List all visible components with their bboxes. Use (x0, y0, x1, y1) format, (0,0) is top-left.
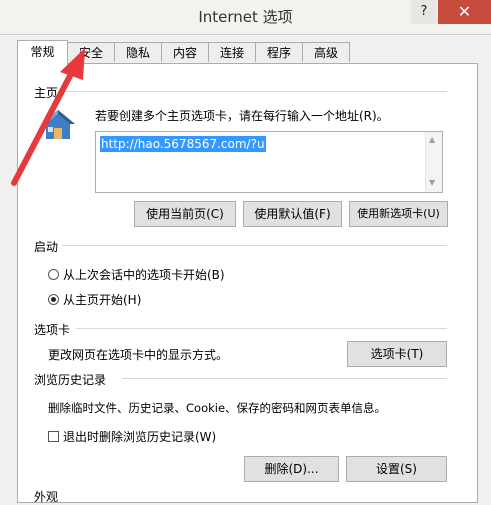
history-section-title: 浏览历史记录 (34, 373, 107, 387)
help-button[interactable]: ? (411, 0, 437, 24)
startup-last-session-label[interactable]: 从上次会话中的选项卡开始(B) (63, 266, 225, 283)
tab-privacy[interactable]: 隐私 (114, 42, 162, 62)
tabs-section-title: 选项卡 (34, 323, 71, 337)
appearance-section-title: 外观 (34, 490, 59, 504)
tabs-settings-button[interactable]: 选项卡(T) (347, 341, 447, 367)
scroll-down-icon[interactable]: ▼ (429, 178, 435, 187)
startup-section-title: 启动 (34, 240, 59, 254)
history-divider (122, 378, 447, 379)
startup-last-session-radio[interactable] (48, 269, 59, 280)
history-description: 删除临时文件、历史记录、Cookie、保存的密码和网页表单信息。 (48, 401, 387, 415)
scroll-up-icon[interactable]: ▲ (429, 135, 435, 144)
url-scrollbar[interactable]: ▲ ▼ (425, 132, 442, 192)
homepage-url-text: http://hao.5678567.com/?u (100, 136, 266, 152)
tabs-divider (76, 328, 447, 329)
homepage-divider (62, 91, 447, 92)
tab-connections[interactable]: 连接 (208, 42, 256, 62)
delete-history-button[interactable]: 删除(D)... (244, 456, 339, 482)
use-default-button[interactable]: 使用默认值(F) (243, 201, 342, 227)
homepage-url-textarea[interactable]: http://hao.5678567.com/?u ▲ ▼ (95, 131, 443, 193)
homepage-section-title: 主页 (34, 86, 59, 100)
homepage-instruction: 若要创建多个主页选项卡，请在每行输入一个地址(R)。 (95, 109, 389, 123)
history-settings-button[interactable]: 设置(S) (346, 456, 447, 482)
startup-homepage-radio[interactable] (48, 294, 59, 305)
close-button[interactable]: ✕ (438, 0, 491, 24)
tab-advanced[interactable]: 高级 (302, 42, 350, 62)
house-icon (41, 110, 75, 139)
tab-programs[interactable]: 程序 (255, 42, 303, 62)
tab-general[interactable]: 常规 (17, 40, 68, 65)
use-current-page-button[interactable]: 使用当前页(C) (134, 201, 236, 227)
use-new-tab-button[interactable]: 使用新选项卡(U) (349, 201, 448, 227)
tabs-description: 更改网页在选项卡中的显示方式。 (48, 348, 229, 362)
startup-divider (62, 245, 447, 246)
tab-content[interactable]: 内容 (161, 42, 209, 62)
delete-on-exit-checkbox[interactable] (48, 431, 59, 442)
delete-on-exit-label[interactable]: 退出时删除浏览历史记录(W) (63, 428, 216, 445)
tab-security[interactable]: 安全 (67, 42, 115, 62)
startup-homepage-label[interactable]: 从主页开始(H) (63, 291, 141, 308)
title-bar: Internet 选项 ? ✕ (0, 0, 491, 35)
tab-strip: 常规 安全 隐私 内容 连接 程序 高级 (17, 40, 477, 65)
